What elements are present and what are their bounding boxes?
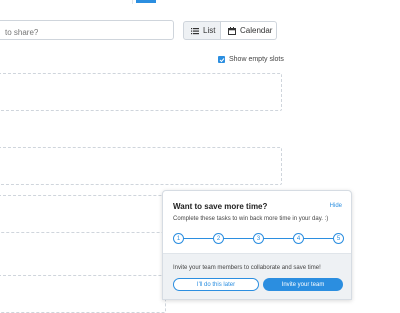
top-tab-bar — [0, 0, 400, 4]
progress-steps: 1 2 3 4 5 — [173, 233, 349, 245]
calendar-view-label: Calendar — [240, 26, 273, 35]
share-input[interactable] — [0, 20, 174, 40]
calendar-icon — [228, 26, 236, 35]
view-toggle: List Calendar — [183, 21, 277, 40]
step-2[interactable]: 2 — [213, 233, 224, 244]
do-later-button[interactable]: I'll do this later — [173, 278, 259, 291]
show-empty-slots-checkbox[interactable] — [218, 56, 225, 63]
empty-slot[interactable] — [0, 195, 166, 233]
invite-team-button[interactable]: Invite your team — [263, 278, 343, 291]
active-tab-indicator — [136, 0, 156, 3]
step-1[interactable]: 1 — [173, 233, 184, 244]
tip-footer: Invite your team members to collaborate … — [163, 253, 351, 299]
list-view-button[interactable]: List — [183, 21, 221, 40]
list-icon — [191, 27, 199, 35]
show-empty-slots-toggle[interactable]: Show empty slots — [218, 56, 284, 63]
empty-slot[interactable] — [0, 147, 282, 185]
step-5[interactable]: 5 — [333, 233, 344, 244]
tip-description: Complete these tasks to win back more ti… — [173, 216, 329, 222]
step-4[interactable]: 4 — [293, 233, 304, 244]
tip-title: Want to save more time? — [173, 202, 268, 211]
hide-tip-link[interactable]: Hide — [330, 203, 342, 209]
calendar-view-button[interactable]: Calendar — [221, 21, 277, 40]
step-3[interactable]: 3 — [253, 233, 264, 244]
list-view-label: List — [203, 26, 216, 35]
empty-slot[interactable] — [0, 275, 166, 313]
tab-divider — [132, 0, 133, 4]
save-time-tip-card: Want to save more time? Hide Complete th… — [162, 190, 352, 300]
invite-prompt-text: Invite your team members to collaborate … — [173, 265, 321, 271]
show-empty-slots-label: Show empty slots — [229, 56, 284, 63]
empty-slot[interactable] — [0, 73, 282, 111]
